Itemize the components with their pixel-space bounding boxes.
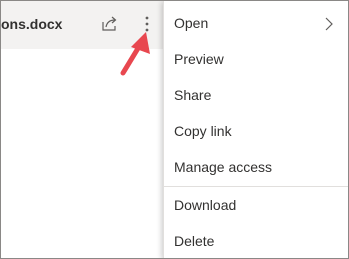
menu-item-label: Open <box>174 15 209 31</box>
file-name[interactable]: ons.docx <box>1 16 62 32</box>
screenshot-frame: ons.docx Open Preview Share Copy link Ma… <box>0 0 349 259</box>
menu-item-label: Share <box>174 87 212 103</box>
menu-item-label: Copy link <box>174 123 232 139</box>
menu-item-label: Delete <box>174 233 215 249</box>
menu-item-copy-link[interactable]: Copy link <box>164 113 348 149</box>
menu-item-open[interactable]: Open <box>164 5 348 41</box>
context-menu: Open Preview Share Copy link Manage acce… <box>163 1 348 258</box>
menu-item-label: Download <box>174 197 237 213</box>
menu-item-delete[interactable]: Delete <box>164 223 348 258</box>
menu-item-share[interactable]: Share <box>164 77 348 113</box>
more-vertical-icon[interactable] <box>138 12 156 36</box>
share-icon[interactable] <box>100 14 120 34</box>
chevron-right-icon <box>324 17 334 31</box>
menu-item-manage-access[interactable]: Manage access <box>164 149 348 185</box>
menu-item-label: Preview <box>174 51 224 67</box>
menu-item-preview[interactable]: Preview <box>164 41 348 77</box>
menu-item-download[interactable]: Download <box>164 187 348 223</box>
menu-item-label: Manage access <box>174 159 273 175</box>
